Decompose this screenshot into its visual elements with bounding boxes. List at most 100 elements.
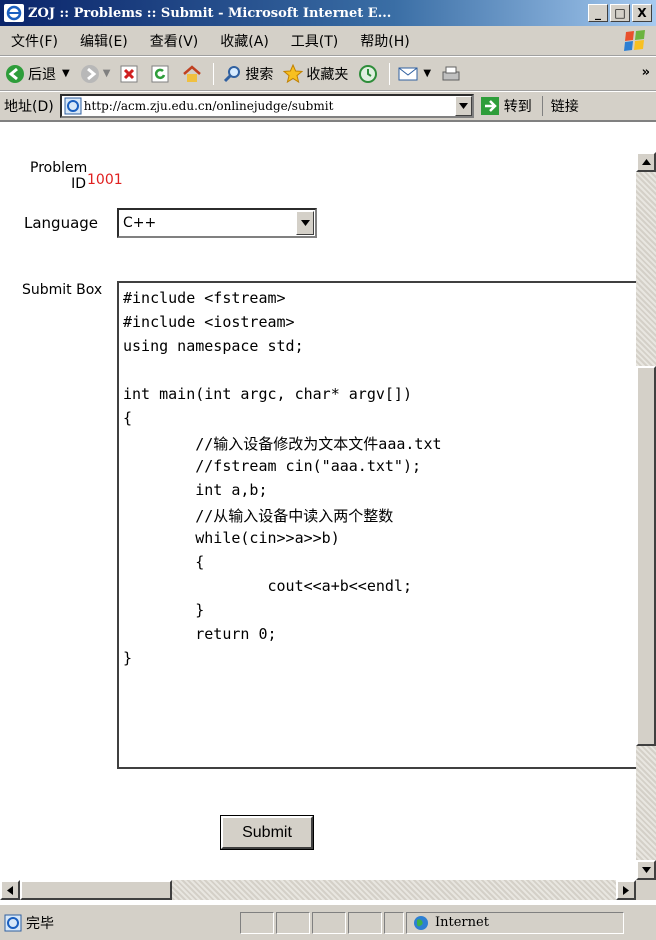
address-dropdown-button[interactable] [454,96,472,116]
code-line: int a,b; [123,481,268,499]
windows-logo-icon [624,30,645,51]
address-url[interactable]: http://acm.zju.edu.cn/onlinejudge/submit [82,99,455,113]
menu-help[interactable]: 帮助(H) [349,31,420,51]
chevron-down-icon [458,103,468,109]
star-icon [283,63,304,83]
chevron-down-icon [300,220,310,226]
zone-label: Internet [435,915,489,930]
status-bar: 完毕 Internet [0,904,656,940]
mail-icon [398,67,418,80]
forward-arrow-icon [80,64,99,83]
status-panel [312,911,346,934]
menu-favorites[interactable]: 收藏(A) [209,31,280,51]
page-content: Problem ID 1001 Language C++ Submit Box … [0,124,636,880]
search-label: 搜索 [245,66,274,83]
scroll-right-button[interactable] [616,880,636,900]
address-label: 地址(D) [4,99,54,115]
code-line: } [123,601,205,619]
print-icon [442,66,460,80]
code-line: { [123,553,205,571]
window-title: ZOJ :: Problems :: Submit - Microsoft In… [28,5,392,21]
code-line: #include <iostream> [123,313,295,331]
problem-id-label: Problem ID [30,160,88,192]
close-button[interactable]: X [632,4,652,22]
arrow-left-icon [7,885,13,895]
go-arrow-icon [480,97,499,115]
scrollbar-corner [636,880,656,900]
menu-view[interactable]: 查看(V) [139,31,210,51]
favorites-button[interactable]: 收藏夹 [278,63,353,84]
code-textarea[interactable]: #include <fstream> #include <iostream> u… [117,281,636,769]
status-panel [240,911,274,934]
language-select[interactable]: C++ [117,208,317,238]
status-panel [348,911,382,934]
back-label: 后退 [28,66,56,83]
chevron-down-icon: ▼ [62,68,70,79]
code-line: cout<<a+b<<endl; [123,577,412,595]
menu-file[interactable]: 文件(F) [0,31,69,51]
scroll-up-button[interactable] [636,152,656,172]
problem-id-value: 1001 [87,172,123,188]
refresh-button[interactable] [146,65,177,83]
go-button[interactable]: 转到 [480,96,532,116]
code-line: using namespace std; [123,337,304,355]
address-input[interactable]: http://acm.zju.edu.cn/onlinejudge/submit [59,94,474,118]
code-line: //fstream cin("aaa.txt"); [123,457,422,475]
language-value: C++ [123,215,157,231]
minimize-button[interactable]: _ [588,4,608,22]
history-button[interactable] [353,64,386,84]
maximize-button[interactable]: □ [610,4,630,22]
print-button[interactable] [436,65,469,83]
favorites-label: 收藏夹 [306,66,349,83]
go-label: 转到 [503,99,532,115]
menu-tools[interactable]: 工具(T) [280,31,349,51]
scroll-down-button[interactable] [636,860,656,880]
back-button[interactable]: 后退 ▼ [0,64,75,84]
globe-icon [414,915,428,930]
horizontal-scrollbar[interactable] [0,880,636,900]
horizontal-scroll-thumb[interactable] [20,880,172,900]
home-button[interactable] [177,64,210,83]
history-icon [359,64,378,83]
page-done-icon [4,914,22,931]
toolbar-overflow-icon[interactable]: » [642,65,650,80]
stop-icon [120,65,138,82]
arrow-down-icon [641,867,651,873]
language-label: Language [24,214,99,232]
arrow-right-icon [623,885,629,895]
vertical-scroll-thumb[interactable] [636,366,656,746]
submit-button[interactable]: Submit [220,815,314,850]
language-dropdown-button[interactable] [296,211,314,235]
page-icon [64,97,82,115]
code-line: while(cin>>a>>b) [123,529,340,547]
vertical-scrollbar[interactable] [636,152,656,880]
toolbar-separator [213,62,215,85]
code-line: //从输入设备中读入两个整数 [123,507,394,525]
code-line: { [123,409,133,427]
address-bar: 地址(D) http://acm.zju.edu.cn/onlinejudge/… [0,92,656,122]
scroll-left-button[interactable] [0,880,20,900]
code-line: } [123,649,133,667]
search-button[interactable]: 搜索 [217,64,278,84]
submit-box-label: Submit Box [22,282,103,298]
search-icon [224,65,241,82]
stop-button[interactable] [115,65,146,83]
back-arrow-icon [6,64,24,83]
menu-bar: 文件(F) 编辑(E) 查看(V) 收藏(A) 工具(T) 帮助(H) [0,26,656,56]
menu-edit[interactable]: 编辑(E) [69,31,139,51]
links-button[interactable]: 链接 [541,96,579,116]
code-line: //输入设备修改为文本文件aaa.txt [123,435,442,453]
forward-button[interactable]: ▼ [75,64,116,84]
chevron-down-icon: ▼ [423,68,432,79]
arrow-up-icon [641,159,651,165]
title-bar: ZOJ :: Problems :: Submit - Microsoft In… [0,0,656,26]
status-panel [276,911,310,934]
toolbar: 后退 ▼ ▼ 搜索 收藏夹 ▼ » [0,57,656,91]
home-icon [183,64,202,82]
toolbar-separator [389,62,391,85]
status-panel [384,911,404,934]
refresh-icon [151,65,169,82]
code-line: #include <fstream> [123,289,286,307]
status-text: 完毕 [26,915,54,932]
mail-button[interactable]: ▼ [393,65,436,83]
